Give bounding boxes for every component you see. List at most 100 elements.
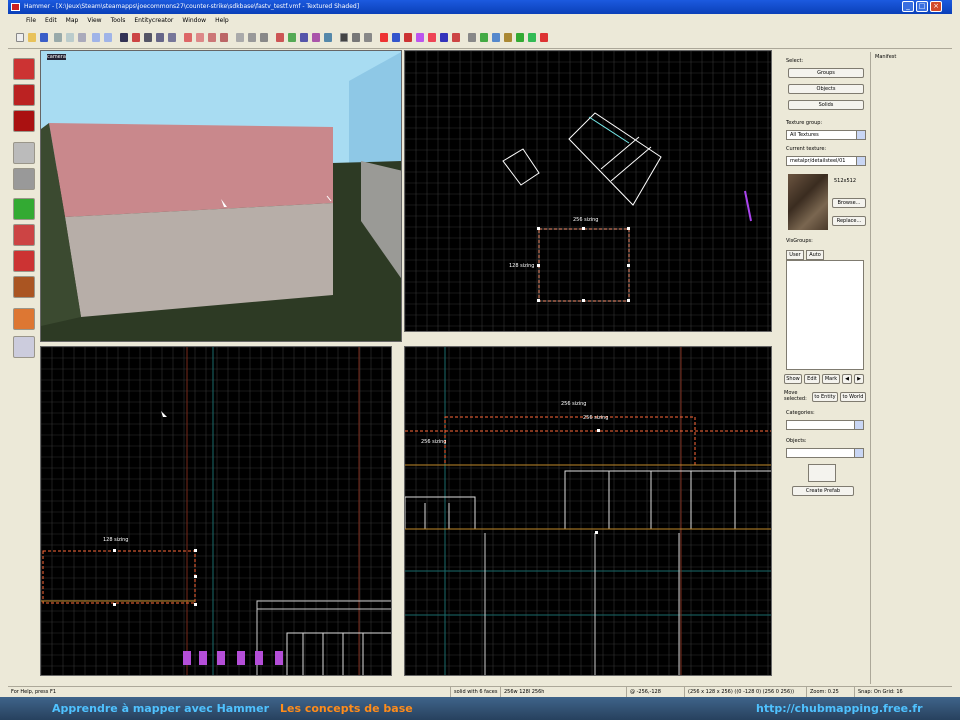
- brush-tool-icon[interactable]: [404, 33, 412, 42]
- green-ball-icon[interactable]: [516, 33, 524, 42]
- close-button[interactable]: ×: [930, 1, 942, 12]
- front-2d-viewport[interactable]: 128 sizing: [40, 346, 392, 676]
- tie-entity-icon[interactable]: [208, 33, 216, 42]
- apply-texture-icon[interactable]: [13, 224, 35, 246]
- hide-icon[interactable]: [236, 33, 244, 42]
- menu-help[interactable]: Help: [215, 14, 229, 27]
- entity-tool-icon[interactable]: [13, 142, 35, 164]
- minimize-button[interactable]: _: [902, 1, 914, 12]
- hammer-app-icon: [11, 3, 20, 11]
- path-icon[interactable]: [416, 33, 424, 42]
- menu-tools[interactable]: Tools: [111, 14, 126, 27]
- show-icon[interactable]: [248, 33, 256, 42]
- undo-icon[interactable]: [92, 33, 100, 42]
- open-folder-icon[interactable]: [28, 33, 36, 42]
- check-problems-icon[interactable]: [300, 33, 308, 42]
- menu-map[interactable]: Map: [66, 14, 79, 27]
- hollow-icon[interactable]: [452, 33, 460, 42]
- overlay-icon[interactable]: [324, 33, 332, 42]
- redo-icon[interactable]: [104, 33, 112, 42]
- top-2d-viewport[interactable]: 256 sizing 128 sizing: [404, 50, 772, 332]
- side-2d-viewport[interactable]: 256 sizing 256 sizing 256 sizing: [404, 346, 772, 676]
- camera-viewport[interactable]: camera: [40, 50, 402, 342]
- visgroups-tab-user[interactable]: User: [786, 250, 804, 260]
- overlay-tool-icon[interactable]: [13, 336, 35, 358]
- menu-file[interactable]: File: [26, 14, 36, 27]
- visgroups-tab-auto[interactable]: Auto: [806, 250, 824, 260]
- top-viewport-scrollbar[interactable]: [404, 333, 772, 339]
- menu-window[interactable]: Window: [182, 14, 206, 27]
- visgroups-list[interactable]: [786, 260, 864, 370]
- visgroup-next-button[interactable]: ▶: [854, 374, 864, 384]
- grid-icon[interactable]: [120, 33, 128, 42]
- paste-icon[interactable]: [78, 33, 86, 42]
- browse-button[interactable]: Browse...: [832, 198, 866, 208]
- magnify-tool-icon[interactable]: [13, 84, 35, 106]
- replace-button[interactable]: Replace...: [832, 216, 866, 226]
- block-tool-icon[interactable]: [13, 168, 35, 190]
- cut-icon[interactable]: [54, 33, 62, 42]
- select-solids-button[interactable]: Solids: [788, 100, 864, 110]
- menu-entitycreator[interactable]: Entitycreator: [134, 14, 173, 27]
- face-icon[interactable]: [504, 33, 512, 42]
- menu-view[interactable]: View: [87, 14, 101, 27]
- texture-lock-icon[interactable]: [132, 33, 140, 42]
- categories-select[interactable]: [786, 420, 864, 430]
- side-grid: [405, 347, 771, 675]
- cordon-icon[interactable]: [440, 33, 448, 42]
- top-dim-height: 128 sizing: [509, 263, 535, 269]
- menu-edit[interactable]: Edit: [45, 14, 57, 27]
- to-entity-button[interactable]: to Entity: [812, 392, 838, 402]
- selection-tool-icon[interactable]: [13, 58, 35, 80]
- current-texture-select[interactable]: metalpr/detailsteel/01: [786, 156, 866, 166]
- decal-tool-icon[interactable]: [13, 250, 35, 272]
- visgroup-prev-button[interactable]: ◀: [842, 374, 852, 384]
- run-map-icon[interactable]: [340, 33, 348, 42]
- camera-scene: [41, 51, 401, 341]
- main-toolbar: [8, 27, 952, 49]
- new-file-icon[interactable]: [16, 33, 24, 42]
- move-selected-label: Move selected:: [784, 390, 807, 402]
- title-bar: Hammer - [X:\Jeux\Steam\steamapps\joecom…: [8, 0, 952, 14]
- red-flag-icon[interactable]: [380, 33, 388, 42]
- leak-icon[interactable]: [528, 33, 536, 42]
- grid-smaller-icon[interactable]: [156, 33, 164, 42]
- gear-icon[interactable]: [468, 33, 476, 42]
- objects-select[interactable]: [786, 448, 864, 458]
- maximize-button[interactable]: □: [916, 1, 928, 12]
- select-objects-button[interactable]: Objects: [788, 84, 864, 94]
- visgroup-show-button[interactable]: Show: [784, 374, 802, 384]
- grid-larger-icon[interactable]: [168, 33, 176, 42]
- carve-icon[interactable]: [260, 33, 268, 42]
- compile-icon[interactable]: [480, 33, 488, 42]
- vertex-icon[interactable]: [364, 33, 372, 42]
- blue-tool-icon[interactable]: [392, 33, 400, 42]
- group-icon[interactable]: [184, 33, 192, 42]
- magnet-icon[interactable]: [428, 33, 436, 42]
- decal-icon[interactable]: [312, 33, 320, 42]
- ungroup-icon[interactable]: [196, 33, 204, 42]
- front-viewport-scrollbar[interactable]: [40, 677, 392, 683]
- camera-tool-icon[interactable]: [13, 110, 35, 132]
- save-icon[interactable]: [40, 33, 48, 42]
- clipping-icon[interactable]: [352, 33, 360, 42]
- move-to-world-icon[interactable]: [220, 33, 228, 42]
- error-icon[interactable]: [540, 33, 548, 42]
- sphere-icon[interactable]: [492, 33, 500, 42]
- vertex-tool-icon[interactable]: [13, 308, 35, 330]
- to-world-button[interactable]: to World: [840, 392, 866, 402]
- select-groups-button[interactable]: Groups: [788, 68, 864, 78]
- texture-tool-icon[interactable]: [13, 198, 35, 220]
- texture-application-icon[interactable]: [276, 33, 284, 42]
- copy-icon[interactable]: [66, 33, 74, 42]
- side-viewport-scrollbar[interactable]: [404, 677, 772, 683]
- entity-report-icon[interactable]: [288, 33, 296, 42]
- visgroup-edit-button[interactable]: Edit: [804, 374, 820, 384]
- window-title: Hammer - [X:\Jeux\Steam\steamapps\joecom…: [24, 3, 360, 10]
- visgroup-mark-button[interactable]: Mark: [822, 374, 840, 384]
- clip-tool-icon[interactable]: [13, 276, 35, 298]
- status-bar: For Help, press F1 solid with 6 faces 25…: [8, 686, 952, 697]
- texture-group-select[interactable]: All Textures: [786, 130, 866, 140]
- create-prefab-button[interactable]: Create Prefab: [792, 486, 854, 496]
- snap-icon[interactable]: [144, 33, 152, 42]
